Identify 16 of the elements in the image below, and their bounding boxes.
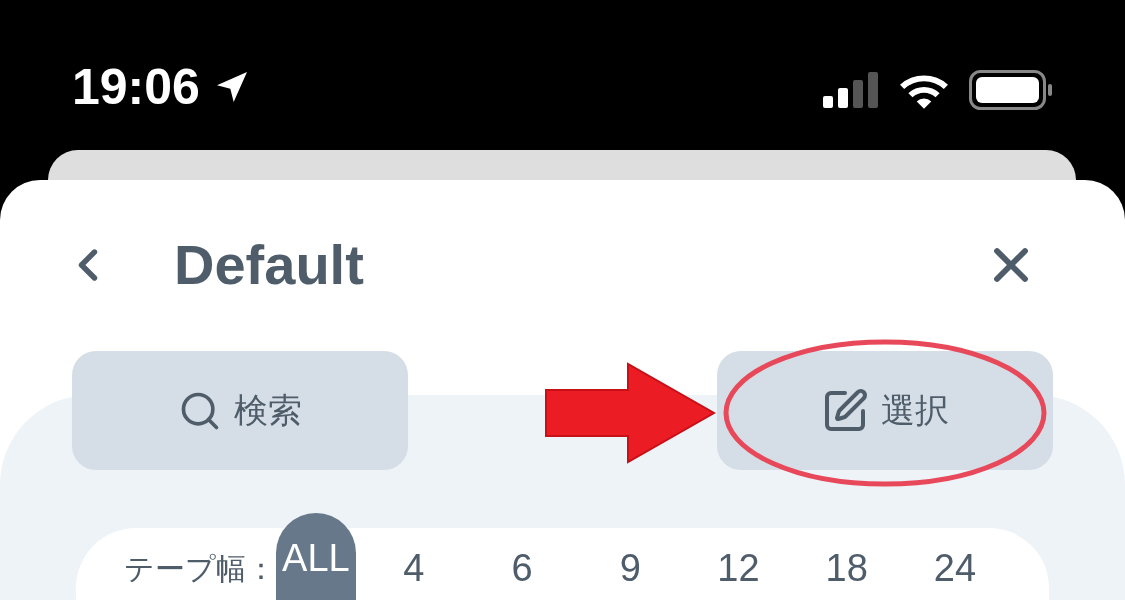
tape-width-chip[interactable]: 18 [811,538,882,598]
tape-width-label: テープ幅： [124,550,276,587]
search-button[interactable]: 検索 [72,351,408,470]
button-label: 検索 [234,390,302,431]
signal-icon [823,72,879,108]
tape-width-chip[interactable]: 4 [378,538,449,598]
battery-icon [969,70,1053,110]
select-button[interactable]: 選択 [717,351,1053,470]
tape-width-chip[interactable]: 9 [595,538,666,598]
tape-width-chip[interactable]: 6 [487,538,558,598]
tape-width-chip[interactable]: 24 [919,538,990,598]
tape-width-chip[interactable]: 12 [703,538,774,598]
status-time: 19:06 [72,62,200,112]
button-label: 選択 [881,390,949,431]
sheet-title: Default [174,232,364,298]
tape-width-chip[interactable]: ALL [276,513,356,600]
